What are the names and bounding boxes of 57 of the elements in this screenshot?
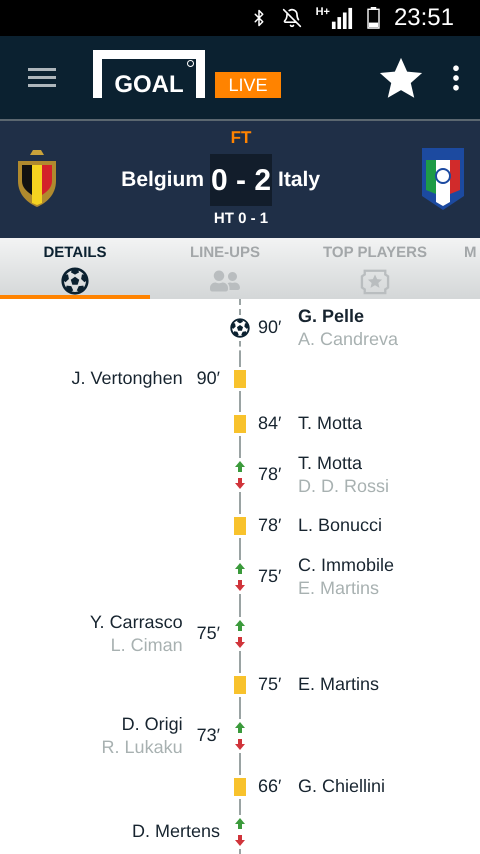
more-options-icon[interactable]	[452, 64, 460, 91]
player-name: T. Motta	[298, 452, 362, 474]
player-name: T. Motta	[298, 412, 362, 435]
player-name: D. Mertens	[132, 820, 220, 843]
booking-card-icon	[234, 778, 246, 796]
live-badge: LIVE	[215, 72, 281, 98]
tab[interactable]: TOP PLAYERS	[300, 238, 450, 299]
player-name: Y. Carrasco	[90, 610, 183, 634]
clock: 23:51	[394, 6, 454, 30]
signal-icon	[330, 6, 353, 29]
player-name: D. Origi	[122, 712, 183, 736]
substitution-arrows-icon	[234, 460, 246, 488]
home-team-name: Belgium	[120, 167, 204, 194]
minute-label: 66′	[258, 775, 282, 798]
score: 0 - 2	[210, 154, 272, 206]
minute-label: 75′	[258, 565, 282, 588]
minute-label: 84′	[258, 412, 282, 435]
substitution-arrows-icon	[234, 562, 246, 590]
substitution-arrows-icon	[234, 722, 246, 750]
player-out-name: D. D. Rossi	[298, 474, 390, 498]
booking-card-icon	[234, 676, 246, 694]
half-time-score: HT 0 - 1	[214, 209, 268, 230]
player-out-name: R. Lukaku	[102, 736, 183, 758]
player-name: G. Chiellini	[298, 775, 386, 798]
minute-label: 78′	[258, 463, 282, 486]
player-name: J. Vertonghen	[72, 367, 183, 390]
player-out-name: E. Martins	[298, 576, 380, 600]
minute-label: 78′	[258, 514, 282, 537]
minute-label: 75′	[258, 673, 282, 696]
booking-card-icon	[234, 516, 246, 534]
substitution-arrows-icon	[234, 818, 246, 846]
player-name: G. Pelle	[298, 304, 364, 328]
tab[interactable]: LINE-UPS	[150, 238, 300, 299]
tab[interactable]: DETAILS	[0, 238, 150, 299]
battery-icon	[366, 6, 380, 29]
menu-button[interactable]	[28, 68, 56, 88]
minute-label: 90′	[258, 316, 282, 339]
player-name: L. Bonucci	[298, 514, 382, 537]
booking-card-icon	[234, 414, 246, 432]
player-name: E. Martins	[298, 673, 380, 696]
assist-name: A. Candreva	[298, 328, 398, 350]
star-badge-icon	[360, 266, 390, 295]
muted-icon	[282, 8, 302, 28]
tab[interactable]: M	[450, 238, 480, 299]
team-crest-icon	[422, 148, 464, 210]
player-out-name: L. Ciman	[110, 634, 183, 656]
goal-logo: GOAL	[93, 50, 205, 98]
network-type: H+	[316, 6, 330, 18]
substitution-arrows-icon	[234, 620, 246, 648]
away-team-name: Italy	[278, 167, 322, 194]
minute-label: 90′	[196, 367, 220, 390]
player-name: C. Immobile	[298, 554, 394, 576]
soccer-ball-icon	[230, 318, 250, 338]
minute-label: 75′	[196, 622, 220, 645]
minute-label: 73′	[196, 724, 220, 747]
match-status: FT	[230, 128, 252, 148]
booking-card-icon	[234, 370, 246, 388]
